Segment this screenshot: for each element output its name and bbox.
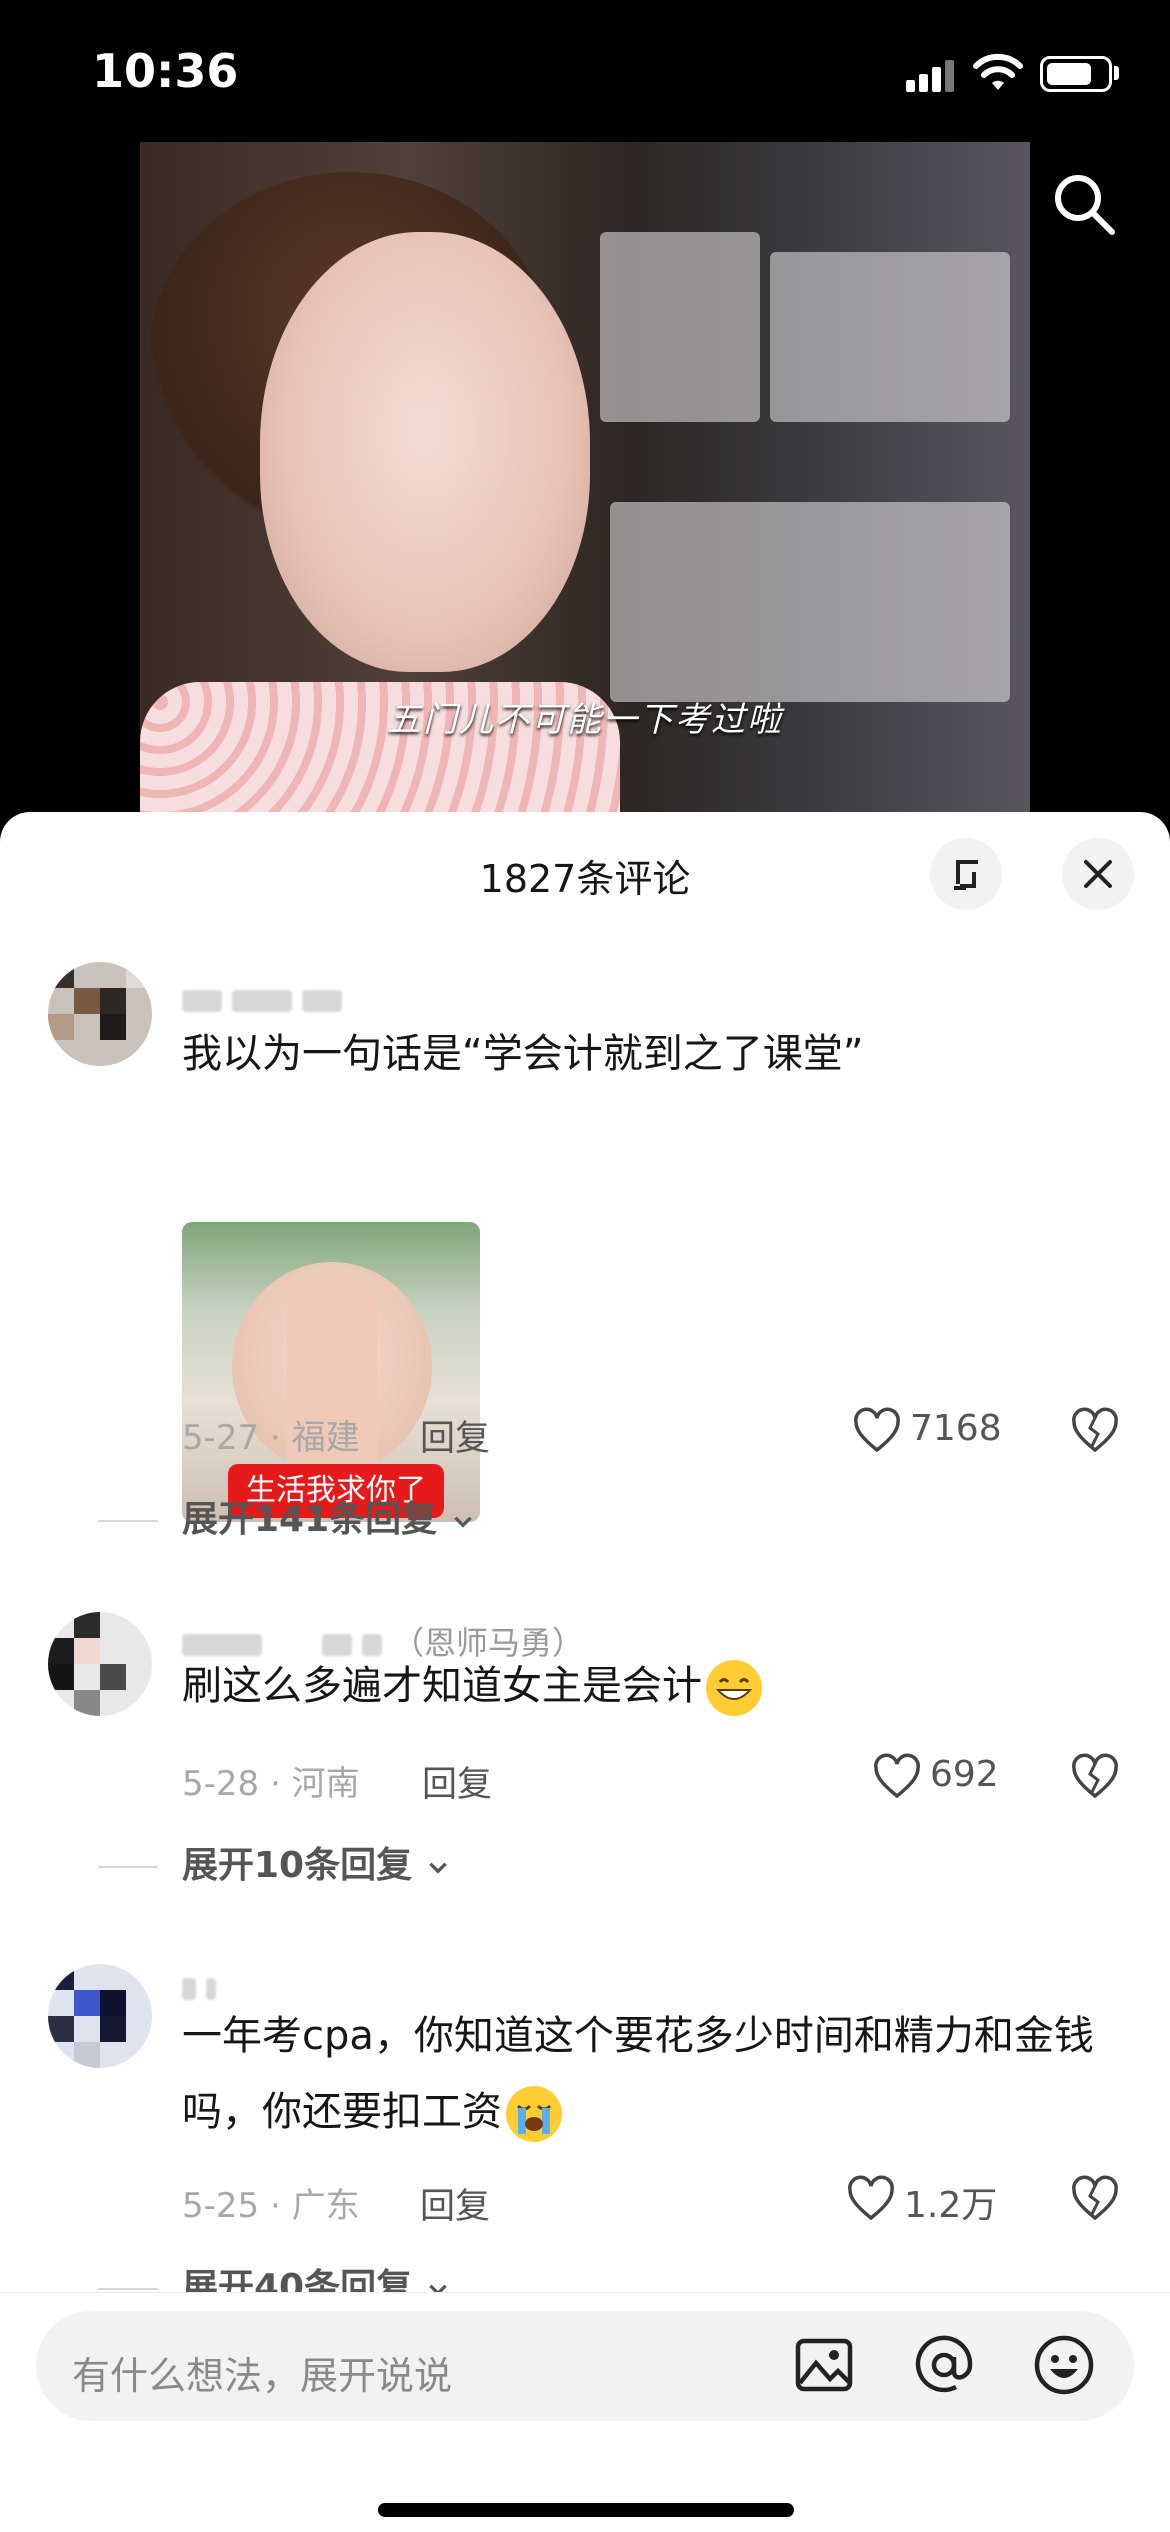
comment-text: 一年考cpa，你知道这个要花多少时间和精力和金钱吗，你还要扣工资 — [182, 1998, 1110, 2150]
search-icon[interactable] — [1050, 170, 1120, 240]
expand-icon — [954, 860, 978, 890]
expand-replies-label: 展开10条回复 — [182, 1845, 413, 1886]
comment-sheet: 1827条评论 我以为一句话是“学会计就到之了课堂” 生活我求你了 5-27 ·… — [0, 812, 1170, 2532]
video-subtitle: 五门儿不可能一下考过啦 — [387, 700, 783, 740]
close-icon — [1084, 860, 1112, 888]
divider — [98, 2288, 158, 2290]
reply-button[interactable]: 回复 — [420, 2178, 490, 2229]
comment-text-content: 刷这么多遍才知道女主是会计 — [182, 1663, 702, 1709]
expand-replies-label: 展开141条回复 — [182, 1499, 438, 1540]
video-player[interactable]: 五门儿不可能一下考过啦 — [140, 142, 1030, 822]
image-icon[interactable] — [792, 2333, 856, 2397]
heart-icon — [854, 1407, 900, 1453]
username[interactable]: （恩师马勇） — [182, 1618, 584, 1662]
comment-date-location: 5-25 · 广东 — [182, 2186, 360, 2226]
avatar[interactable] — [48, 962, 152, 1066]
divider — [98, 1866, 158, 1868]
like-count: 1.2万 — [904, 2185, 998, 2226]
reply-button[interactable]: 回复 — [422, 1756, 492, 1807]
comment-item: 我以为一句话是“学会计就到之了课堂” 生活我求你了 — [0, 942, 1170, 1522]
close-button[interactable] — [1062, 838, 1134, 910]
bookshelf — [770, 252, 1010, 422]
bookshelf — [600, 232, 760, 422]
comment-date-location: 5-28 · 河南 — [182, 1764, 360, 1804]
battery-icon — [1040, 56, 1112, 92]
bookshelf — [610, 502, 1010, 702]
username[interactable] — [182, 1968, 226, 2002]
expand-replies-button[interactable]: 展开10条回复 — [98, 1836, 451, 1888]
comment-date-location: 5-27 · 福建 — [182, 1418, 360, 1458]
broken-heart-icon[interactable] — [1070, 1752, 1120, 1802]
sticker-hands — [287, 1272, 377, 1492]
sticker-image[interactable]: 生活我求你了 — [182, 1222, 480, 1522]
at-icon[interactable] — [912, 2333, 976, 2397]
like-button[interactable]: 692 — [872, 1752, 999, 1802]
chevron-down-icon — [453, 1516, 472, 1528]
grin-emoji-icon — [706, 1660, 762, 1716]
emoji-icon[interactable] — [1032, 2333, 1096, 2397]
comment-text: 我以为一句话是“学会计就到之了课堂” — [182, 1031, 864, 1077]
like-count: 692 — [930, 1754, 999, 1795]
like-count: 7168 — [910, 1408, 1002, 1449]
chevron-down-icon — [428, 1862, 447, 1874]
comment-input-placeholder: 有什么想法，展开说说 — [72, 2354, 453, 2398]
comment-input[interactable]: 有什么想法，展开说说 — [36, 2311, 1134, 2421]
person-face — [260, 232, 590, 672]
heart-icon — [874, 1753, 920, 1799]
crying-emoji-icon — [506, 2086, 562, 2142]
home-indicator — [378, 2503, 794, 2517]
reply-button[interactable]: 回复 — [420, 1410, 490, 1461]
broken-heart-icon[interactable] — [1070, 2174, 1120, 2224]
broken-heart-icon[interactable] — [1070, 1406, 1120, 1456]
username[interactable] — [182, 980, 352, 1014]
like-button[interactable]: 1.2万 — [846, 2174, 997, 2226]
expand-button[interactable] — [930, 838, 1002, 910]
wifi-icon — [973, 53, 1023, 90]
avatar[interactable] — [48, 1612, 152, 1716]
battery-tip — [1114, 66, 1119, 80]
divider — [98, 1520, 158, 1522]
avatar[interactable] — [48, 1964, 152, 2068]
like-button[interactable]: 7168 — [852, 1406, 1002, 1456]
heart-icon — [848, 2175, 894, 2221]
expand-replies-button[interactable]: 展开141条回复 — [98, 1490, 476, 1542]
status-time: 10:36 — [92, 44, 239, 98]
comment-text-content: 一年考cpa，你知道这个要花多少时间和精力和金钱吗，你还要扣工资 — [182, 2013, 1094, 2135]
status-bar: 10:36 — [0, 0, 1170, 140]
comment-input-bar: 有什么想法，展开说说 — [0, 2292, 1170, 2532]
comment-text: 刷这么多遍才知道女主是会计 — [182, 1648, 1110, 1724]
signal-icon — [906, 58, 958, 92]
